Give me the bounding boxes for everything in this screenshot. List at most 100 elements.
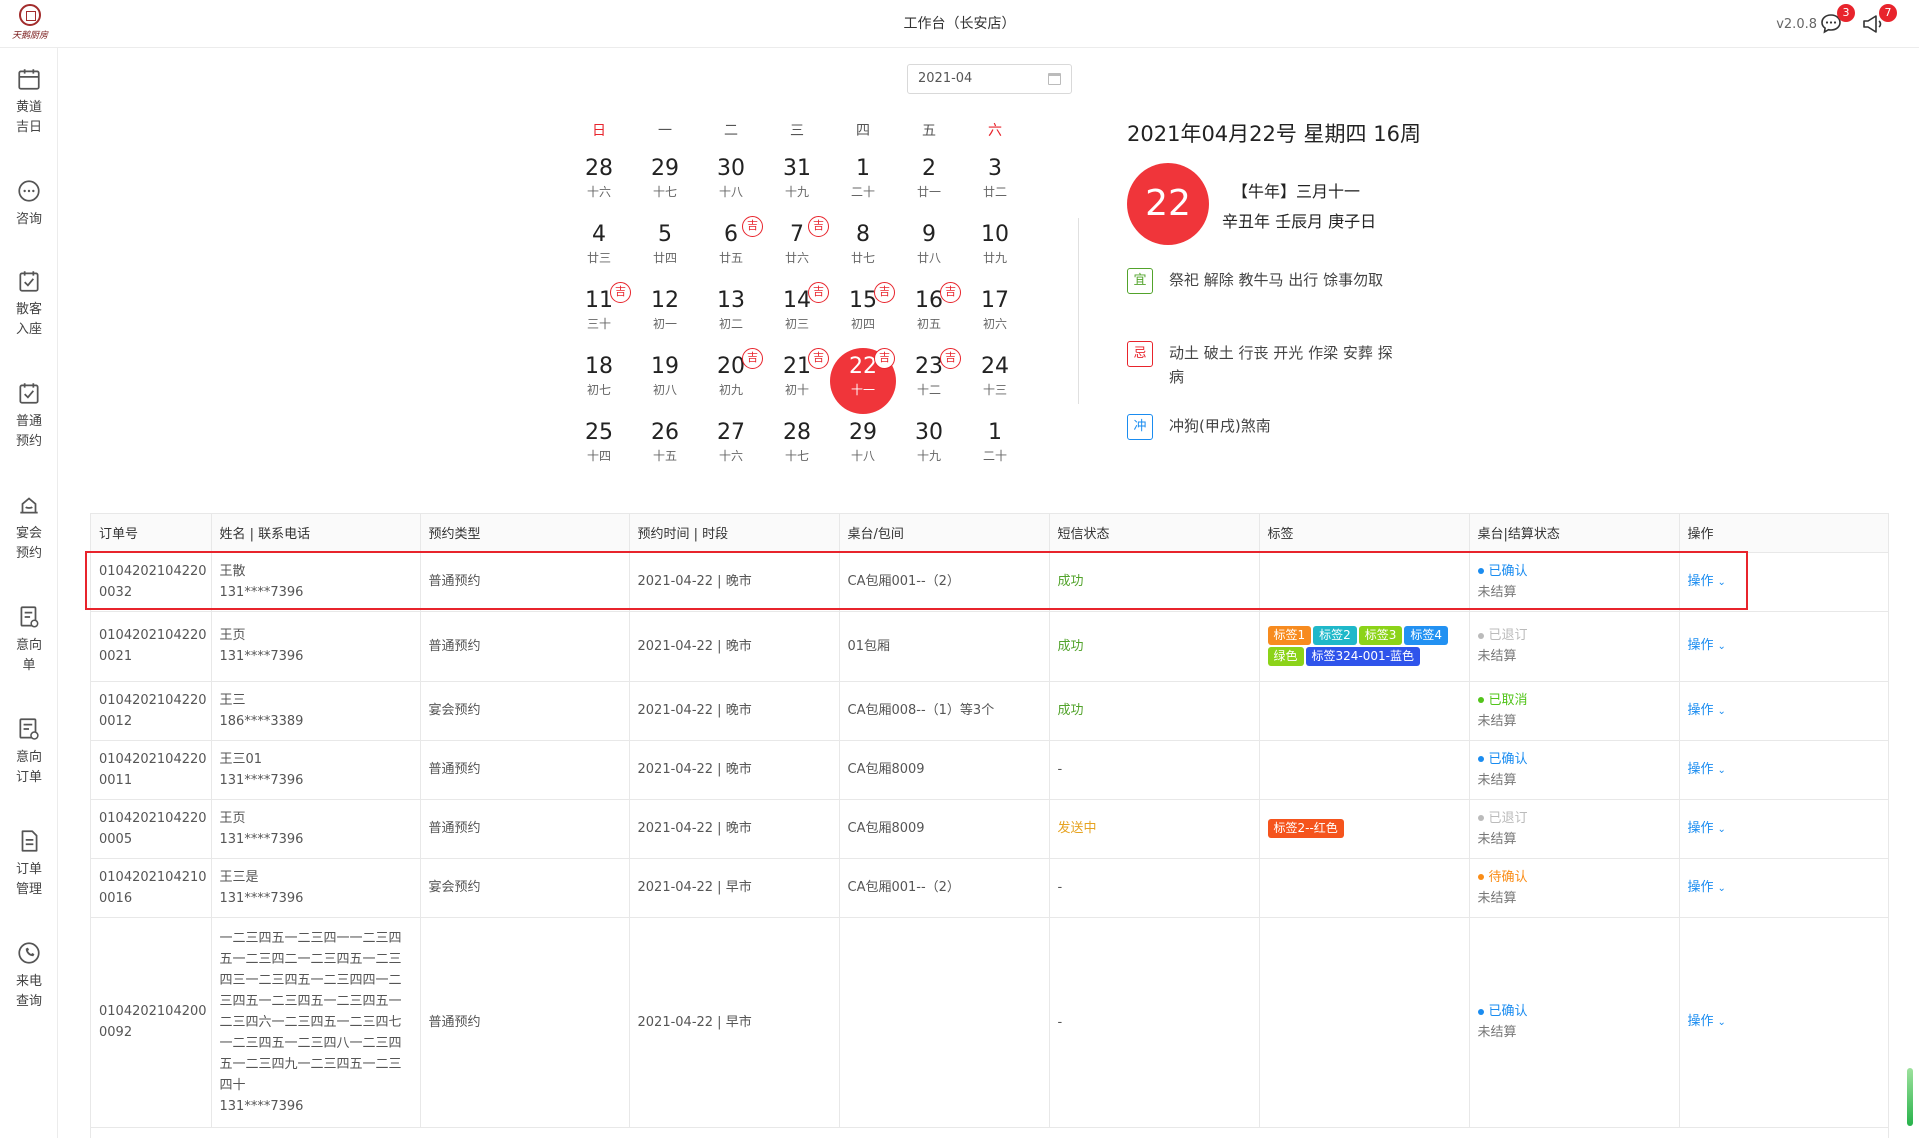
weekday-header: 三 <box>790 123 804 139</box>
name-phone-cell: 一二三四五一二三四一一二三四五一二三四二一二三四五一二三四三一二三四五一二三四四… <box>211 917 421 1128</box>
table-room-cell: 01包厢 <box>839 611 1050 682</box>
table-row[interactable]: 0104202104200 0092 一二三四五一二三四一一二三四五一二三四二一二三… <box>91 917 1888 1128</box>
calendar-day[interactable]: 27 十六 <box>698 416 764 478</box>
calendar-day[interactable]: 23 十二吉 <box>896 348 962 412</box>
day-number: 30 <box>717 156 745 181</box>
actions-cell: 操作 ⌄ <box>1679 740 1888 800</box>
booking-time-cell: 2021-04-22 | 早市 <box>629 917 840 1128</box>
sidebar-item-label: 散客 入座 <box>15 302 42 337</box>
name-phone-cell: 王三01 131****7396 <box>211 740 421 800</box>
calendar-day[interactable]: 25 十四 <box>566 416 632 478</box>
row-action-dropdown[interactable]: 操作 ⌄ <box>1688 880 1726 895</box>
table-row[interactable]: 0104202104220 0012 王三 186****3389 宴会预约 2021-0… <box>91 681 1888 741</box>
scrollbar-thumb[interactable] <box>1907 1068 1913 1126</box>
lunar-date: 十二 <box>916 383 941 397</box>
calendar-day[interactable]: 6 廿五吉 <box>698 216 764 280</box>
calendar-day[interactable]: 16 初五吉 <box>896 282 962 346</box>
row-action-dropdown[interactable]: 操作 ⌄ <box>1688 762 1726 777</box>
sidebar-item-label: 宴会 预约 <box>15 526 42 561</box>
table-row[interactable]: 0104202104220 0032 王散 131****7396 普通预约 2021-0… <box>91 552 1888 612</box>
sidebar-item-label: 咨询 <box>15 212 42 227</box>
row-action-dropdown[interactable]: 操作 ⌄ <box>1688 703 1726 718</box>
calendar-day[interactable]: 31 十九 <box>764 152 830 214</box>
calendar-day[interactable]: 18 初七 <box>566 350 632 412</box>
intent-order-icon <box>19 718 39 740</box>
calendar-day[interactable]: 15 初四吉 <box>830 282 896 346</box>
sidebar-item-calls[interactable]: 来电 查询 <box>0 940 58 1012</box>
lunar-date: 初二 <box>718 317 743 331</box>
message-button[interactable]: 3 <box>1819 4 1855 36</box>
table-row[interactable]: 0104202104210 0016 王三是 131****7396 宴会预约 2021-… <box>91 858 1888 918</box>
calendar-day[interactable]: 28 十七 <box>764 416 830 478</box>
table-room-cell: CA包厢008--（1）等3个 <box>839 681 1050 741</box>
row-action-label: 操作 <box>1687 702 1714 718</box>
sidebar-item-orders[interactable]: 订单 管理 <box>0 828 58 900</box>
sidebar-item-consult[interactable]: 咨询 <box>0 178 58 230</box>
calendar-day[interactable]: 26 十五 <box>632 416 698 478</box>
order-number-part1: 0104202104220 <box>99 810 207 826</box>
column-header-table: 桌台/包间 <box>839 514 1050 553</box>
calendar-day[interactable]: 2 廿一 <box>896 152 962 214</box>
calendar-day[interactable]: 28 十六 <box>566 152 632 214</box>
calendar-day[interactable]: 21 初十吉 <box>764 348 830 412</box>
calendar-day[interactable]: 30 十八 <box>698 152 764 214</box>
calendar-day[interactable]: 3 廿二 <box>962 152 1028 214</box>
row-action-dropdown[interactable]: 操作 ⌄ <box>1688 574 1726 589</box>
weekday-header: 日 <box>592 123 606 139</box>
name-phone-cell: 王页 131****7396 <box>211 799 421 859</box>
sidebar-item-label: 意向 单 <box>15 638 42 673</box>
calendar-day[interactable]: 14 初三吉 <box>764 282 830 346</box>
sidebar-item-intent-order[interactable]: 意向 订单 <box>0 716 58 788</box>
sidebar-item-booking[interactable]: 普通 预约 <box>0 380 58 452</box>
tags-cell <box>1259 858 1470 918</box>
table-row[interactable]: 0104202104220 0005 王页 131****7396 普通预约 2021-0… <box>91 799 1888 859</box>
lunar-date: 初八 <box>652 383 677 397</box>
calendar-day[interactable]: 30 十九 <box>896 416 962 478</box>
intent-icon <box>20 606 39 628</box>
calendar-day[interactable]: 8 廿七 <box>830 218 896 280</box>
table-row[interactable]: 0104202104220 0011 王三01 131****7396 普通预约 2021… <box>91 740 1888 800</box>
row-action-dropdown[interactable]: 操作 ⌄ <box>1688 1014 1726 1029</box>
calendar-day[interactable]: 13 初二 <box>698 284 764 346</box>
row-action-dropdown[interactable]: 操作 ⌄ <box>1688 638 1726 653</box>
lunar-date: 十六 <box>718 449 743 463</box>
lunar-date: 二十 <box>982 449 1007 463</box>
calendar-day[interactable]: 4 廿三 <box>566 218 632 280</box>
notice-button[interactable]: 7 <box>1861 4 1897 36</box>
auspicious-marker: 吉 <box>874 348 895 369</box>
calendar-day[interactable]: 20 初九吉 <box>698 348 764 412</box>
lunar-date: 十八 <box>850 449 875 463</box>
tags-cell <box>1259 917 1470 1128</box>
calendar-day[interactable]: 1 二十 <box>830 152 896 214</box>
calendar-day[interactable]: 17 初六 <box>962 284 1028 346</box>
calendar-day[interactable]: 19 初八 <box>632 350 698 412</box>
order-number-cell: 0104202104220 0021 <box>91 611 212 682</box>
calendar-day[interactable]: 29 十八 <box>830 416 896 478</box>
sidebar-item-calendar[interactable]: 黄道 吉日 <box>0 66 58 138</box>
calendar-day[interactable]: 5 廿四 <box>632 218 698 280</box>
top-bar: 天鹅厨房 工作台（长安店） v2.0.8 3 7 <box>0 0 1919 48</box>
lunar-date: 廿一 <box>916 185 941 199</box>
calendar-day[interactable]: 1 二十 <box>962 416 1028 478</box>
calendar-day[interactable]: 7 廿六吉 <box>764 216 830 280</box>
row-action-dropdown[interactable]: 操作 ⌄ <box>1688 821 1726 836</box>
column-header-actions: 操作 <box>1679 514 1888 553</box>
sidebar-item-banquet[interactable]: 宴会 预约 <box>0 492 58 564</box>
calendar-day[interactable]: 22 十一吉 <box>830 348 896 412</box>
table-row[interactable]: 0104202104220 0021 王页 131****7396 普通预约 2021-0… <box>91 611 1888 682</box>
month-picker[interactable]: 2021-04 <box>907 64 1072 94</box>
calendar-day[interactable]: 12 初一 <box>632 284 698 346</box>
lunar-date: 初五 <box>916 317 941 331</box>
day-number: 29 <box>849 420 877 445</box>
row-action-label: 操作 <box>1687 638 1714 653</box>
calendar-day[interactable]: 11 三十吉 <box>566 282 632 346</box>
sidebar-item-walkin[interactable]: 散客 入座 <box>0 268 58 340</box>
calendar-day[interactable]: 24 十三 <box>962 350 1028 412</box>
chevron-down-icon: ⌄ <box>1717 823 1726 835</box>
order-number-cell: 0104202104210 0016 <box>91 858 212 918</box>
calendar-day[interactable]: 9 廿八 <box>896 218 962 280</box>
calendar-day[interactable]: 10 廿九 <box>962 218 1028 280</box>
calendar-day[interactable]: 29 十七 <box>632 152 698 214</box>
actions-cell: 操作 ⌄ <box>1679 917 1888 1128</box>
sidebar-item-intent[interactable]: 意向 单 <box>0 604 58 676</box>
